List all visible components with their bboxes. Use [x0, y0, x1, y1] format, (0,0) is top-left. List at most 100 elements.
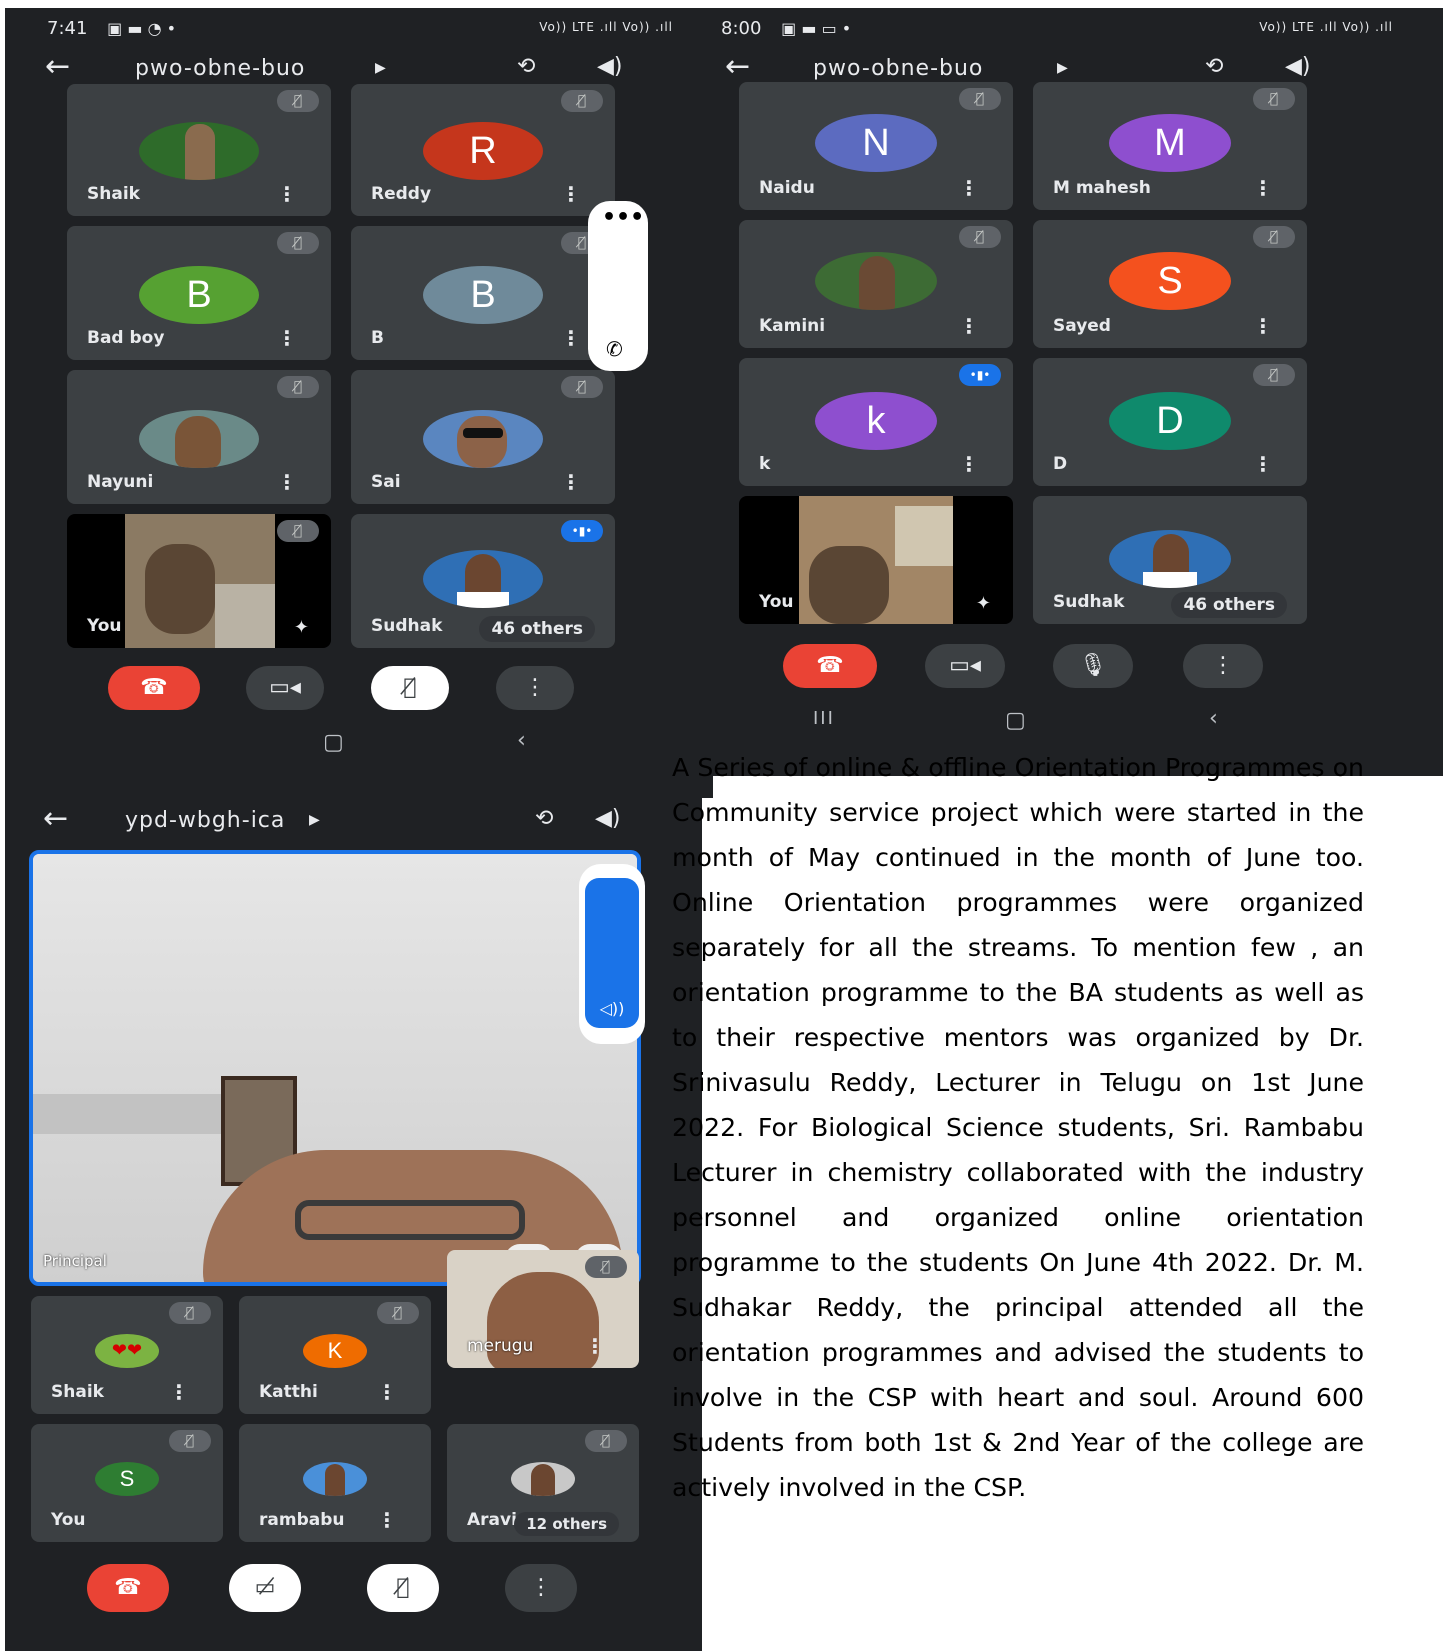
mic-toggle-button[interactable]: 🎙̸ — [371, 666, 449, 710]
participant-tile[interactable]: 🎙̸ Shaik ⋮ — [67, 84, 331, 216]
more-options-icon[interactable]: ⋮ — [959, 176, 979, 200]
more-options-icon[interactable]: ⋮ — [959, 314, 979, 338]
participant-tile[interactable]: rambabu ⋮ — [239, 1424, 431, 1542]
main-speaker-tile[interactable]: Principal 🎙̸ ⛶ — [29, 850, 641, 1286]
participant-photo — [511, 1462, 575, 1496]
participant-tile[interactable]: 🎙̸ Sai ⋮ — [351, 370, 615, 504]
more-options-button[interactable]: ⋮ — [505, 1564, 577, 1612]
switch-camera-icon[interactable]: ⟲ — [535, 806, 553, 831]
more-options-icon[interactable]: ⋮ — [585, 1334, 605, 1358]
mic-button[interactable]: 🎙 — [1053, 644, 1133, 688]
end-call-button[interactable]: ☎ — [783, 644, 877, 688]
participant-tile[interactable]: 🎙̸ N Naidu ⋮ — [739, 82, 1013, 210]
effects-sparkle-icon[interactable]: ✦ — [976, 593, 991, 614]
self-view-tile[interactable]: 🎙̸ You ✦ — [67, 514, 331, 648]
nav-back-icon[interactable]: ‹ — [517, 728, 526, 753]
participant-tile[interactable]: 🎙̸ Nayuni ⋮ — [67, 370, 331, 504]
avatar: R — [423, 122, 543, 180]
more-options-icon[interactable]: ⋮ — [277, 326, 297, 350]
participant-tile[interactable]: •▮• k k ⋮ — [739, 358, 1013, 486]
more-options-icon[interactable]: ⋮ — [1253, 452, 1273, 476]
participant-name: Aravi — [467, 1510, 517, 1530]
self-view-tile[interactable]: 🎙̸ S You — [31, 1424, 223, 1542]
more-options-icon[interactable]: ⋮ — [377, 1380, 397, 1404]
back-arrow-icon[interactable]: ← — [725, 50, 750, 84]
meeting-code[interactable]: pwo-obne-buo — [813, 56, 983, 81]
volume-slider[interactable]: ◁)) — [585, 878, 639, 1028]
avatar: B — [423, 266, 543, 324]
mic-off-button[interactable]: 🎙̸ — [367, 1564, 439, 1612]
more-options-icon[interactable]: ⋮ — [169, 1380, 189, 1404]
back-arrow-icon[interactable]: ← — [45, 50, 70, 84]
back-arrow-icon[interactable]: ← — [43, 802, 68, 836]
volume-panel[interactable]: ◁)) — [579, 864, 645, 1044]
avatar: ❤❤ — [95, 1334, 159, 1368]
more-options-icon[interactable]: ⋮ — [277, 182, 297, 206]
more-options-icon[interactable]: ⋮ — [561, 326, 581, 350]
meeting-code[interactable]: pwo-obne-buo — [135, 56, 305, 81]
avatar: S — [1109, 252, 1231, 310]
participant-tile[interactable]: 🎙̸ D D ⋮ — [1033, 358, 1307, 486]
avatar: N — [815, 114, 937, 172]
more-options-icon[interactable]: ⋮ — [277, 470, 297, 494]
participant-name: You — [51, 1510, 86, 1530]
self-view-tile[interactable]: You ✦ — [739, 496, 1013, 624]
speaker-name: Principal — [43, 1252, 107, 1270]
home-icon[interactable]: ▢ — [323, 730, 344, 755]
speaker-icon[interactable]: ◀) — [597, 54, 623, 79]
participant-name: merugu — [467, 1336, 534, 1356]
more-options-icon[interactable]: ⋮ — [1253, 314, 1273, 338]
nav-back-icon[interactable]: ‹ — [1209, 706, 1218, 731]
recents-icon[interactable]: III — [813, 708, 835, 729]
chevron-right-icon[interactable]: ▶ — [309, 812, 321, 828]
clock: 7:41 — [47, 18, 88, 39]
participant-tile[interactable]: 🎙̸ K Katthi ⋮ — [239, 1296, 431, 1414]
effects-sparkle-icon[interactable]: ✦ — [294, 617, 309, 638]
others-count-badge[interactable]: 46 others — [1171, 592, 1287, 618]
participant-tile[interactable]: 🎙̸ ❤❤ Shaik ⋮ — [31, 1296, 223, 1414]
end-call-button[interactable]: ☎ — [87, 1564, 169, 1612]
others-count-badge[interactable]: 46 others — [479, 616, 595, 642]
camera-toggle-button[interactable]: ▭◂ — [246, 666, 324, 710]
speaker-icon[interactable]: ◀) — [595, 806, 621, 831]
end-call-button[interactable]: ☎ — [108, 666, 200, 710]
more-icon[interactable]: ••• — [602, 205, 644, 230]
participant-tile[interactable]: •▮• Sudhak 46 others — [351, 514, 615, 648]
participant-tile[interactable]: 🎙̸ M M mahesh ⋮ — [1033, 82, 1307, 210]
participant-name: You — [759, 592, 794, 612]
phone-icon[interactable]: ✆ — [606, 337, 623, 361]
meeting-code[interactable]: ypd-wbgh-ica — [125, 808, 285, 833]
mic-off-icon: 🎙̸ — [561, 90, 603, 112]
participant-tile[interactable]: 🎙̸ Aravi 12 others — [447, 1424, 639, 1542]
more-options-icon[interactable]: ⋮ — [561, 182, 581, 206]
chevron-right-icon[interactable]: ▶ — [375, 60, 387, 76]
participant-tile[interactable]: 🎙̸ B Bad boy ⋮ — [67, 226, 331, 360]
participant-tile[interactable]: 🎙̸ B B ⋮ — [351, 226, 615, 360]
switch-camera-icon[interactable]: ⟲ — [517, 54, 535, 79]
participant-tile[interactable]: Sudhak 46 others — [1033, 496, 1307, 624]
speaker-icon[interactable]: ◀) — [1285, 54, 1311, 79]
call-header: ← ypd-wbgh-ica ▶ ⟲ ◀) — [5, 798, 702, 846]
participant-tile[interactable]: 🎙̸ S Sayed ⋮ — [1033, 220, 1307, 348]
mic-off-icon: 🎙̸ — [561, 376, 603, 398]
participant-tile[interactable]: 🎙̸ Kamini ⋮ — [739, 220, 1013, 348]
camera-off-button[interactable]: ▭̸ — [229, 1564, 301, 1612]
participant-video-tile[interactable]: 🎙̸ merugu ⋮ — [447, 1250, 639, 1368]
others-count-badge[interactable]: 12 others — [514, 1512, 619, 1536]
switch-camera-icon[interactable]: ⟲ — [1205, 54, 1223, 79]
more-options-button[interactable]: ⋮ — [1183, 644, 1263, 688]
home-icon[interactable]: ▢ — [1005, 708, 1026, 733]
camera-toggle-button[interactable]: ▭◂ — [925, 644, 1005, 688]
floating-call-pill[interactable]: ••• ✆ — [588, 201, 648, 371]
android-nav-bar: III ▢ ‹ — [713, 704, 1443, 744]
more-options-icon[interactable]: ⋮ — [1253, 176, 1273, 200]
more-options-icon[interactable]: ⋮ — [561, 470, 581, 494]
chevron-right-icon[interactable]: ▶ — [1057, 60, 1069, 76]
more-options-icon[interactable]: ⋮ — [377, 1508, 397, 1532]
participant-tile[interactable]: 🎙̸ R Reddy ⋮ — [351, 84, 615, 216]
more-options-icon[interactable]: ⋮ — [959, 452, 979, 476]
participant-name: k — [759, 454, 771, 474]
more-options-button[interactable]: ⋮ — [496, 666, 574, 710]
participant-name: Shaik — [87, 184, 140, 204]
avatar: B — [139, 266, 259, 324]
